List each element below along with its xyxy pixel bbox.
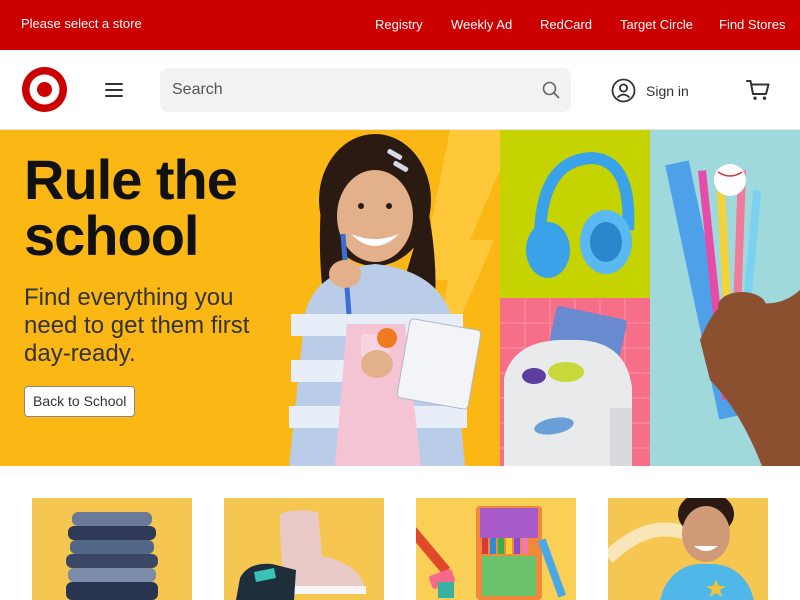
hero-promo-panel: Rule the school Find everything you need…: [0, 130, 500, 466]
hero-subheading-line-2: need to get them first: [24, 312, 250, 339]
white-backpack-image: [500, 298, 650, 466]
search-icon[interactable]: [542, 81, 560, 99]
hero-subheading-line-1: Find everything you: [24, 284, 234, 311]
registry-link[interactable]: Registry: [375, 17, 423, 32]
redcard-link[interactable]: RedCard: [540, 17, 592, 32]
category-tile-shoes[interactable]: [224, 498, 384, 600]
crayons-and-supplies-image: [416, 498, 576, 600]
hero-banner[interactable]: Rule the school Find everything you need…: [0, 130, 800, 466]
pencils-and-ruler-image: [665, 160, 800, 466]
search-input[interactable]: [172, 78, 522, 102]
sign-in-button[interactable]: Sign in: [611, 78, 689, 103]
hero-subheading-line-3: day-ready.: [24, 340, 136, 367]
hamburger-menu-icon[interactable]: [103, 80, 125, 100]
shopping-cart-icon[interactable]: [746, 79, 770, 101]
sign-in-label: Sign in: [646, 82, 689, 99]
blue-headphones-image: [526, 151, 635, 278]
user-account-icon: [611, 78, 636, 103]
hero-headline-line-2: school: [24, 204, 199, 267]
pink-sneakers-image: [236, 510, 366, 600]
hero-headline: Rule the school: [24, 148, 238, 267]
category-row: [0, 498, 800, 600]
weekly-ad-link[interactable]: Weekly Ad: [451, 17, 512, 32]
student-girl-photo: [289, 134, 482, 466]
target-logo-icon[interactable]: [22, 67, 67, 112]
site-header: Sign in: [0, 50, 800, 130]
headphones-tile: [500, 130, 650, 298]
find-stores-link[interactable]: Find Stores: [719, 17, 785, 32]
hero-subheading: Find everything you need to get them fir…: [24, 284, 284, 368]
smiling-boy-image: [608, 498, 754, 600]
category-tile-supplies[interactable]: [416, 498, 576, 600]
top-utility-bar: Please select a store Registry Weekly Ad…: [0, 0, 800, 50]
category-tile-kids[interactable]: [608, 498, 768, 600]
hero-headline-line-1: Rule the: [24, 148, 238, 211]
back-to-school-button[interactable]: Back to School: [24, 386, 136, 417]
select-store-link[interactable]: Please select a store: [21, 16, 142, 31]
backpack-tile: [500, 298, 650, 466]
school-supplies-tile: [650, 130, 800, 466]
category-tile-jeans[interactable]: [32, 498, 192, 600]
search-bar: [160, 68, 571, 112]
target-circle-link[interactable]: Target Circle: [620, 17, 693, 32]
stacked-jeans-image: [66, 512, 158, 600]
